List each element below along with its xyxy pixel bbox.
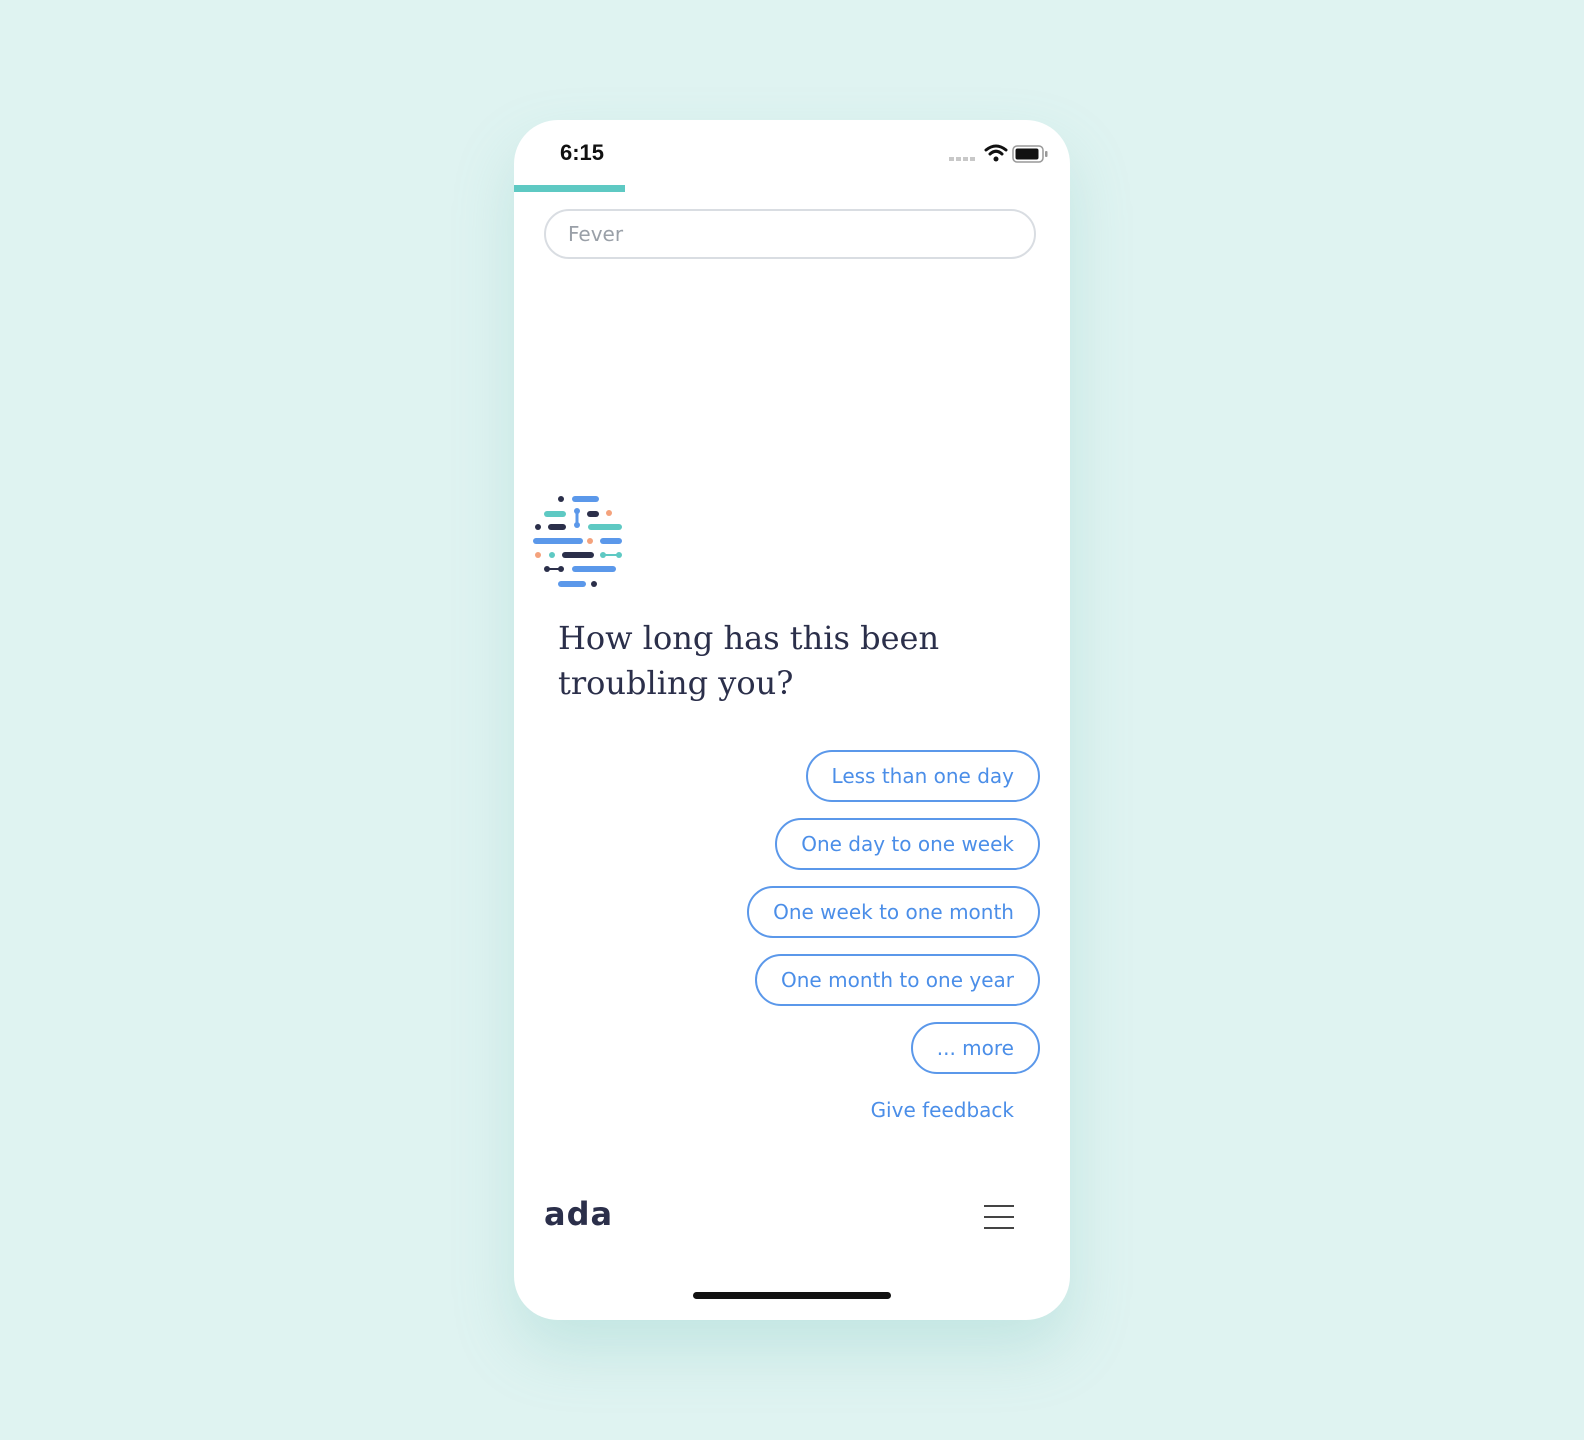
cellular-signal-icon (949, 157, 975, 161)
hamburger-menu-icon[interactable] (984, 1205, 1014, 1231)
assistant-question: How long has this been troubling you? (558, 619, 940, 702)
battery-icon (1012, 145, 1048, 163)
status-time: 6:15 (560, 140, 605, 165)
ada-chatbot-avatar-icon (533, 496, 622, 587)
answer-one-week-to-one-month[interactable]: One week to one month (747, 886, 1040, 938)
home-indicator[interactable] (693, 1292, 891, 1299)
answer-one-day-to-one-week[interactable]: One day to one week (775, 818, 1040, 870)
wifi-icon (984, 144, 1008, 162)
answer-more-button[interactable]: ... more (910, 1022, 1040, 1074)
symptom-search-input[interactable] (544, 209, 1036, 259)
give-feedback-link[interactable]: Give feedback (871, 1098, 1014, 1122)
progress-bar (514, 185, 1070, 192)
ada-logo: ada (544, 1195, 614, 1233)
phone-frame: 6:15 Fever How long has this been troubl… (514, 120, 1070, 1320)
answer-options: Less than one day One day to one week On… (640, 750, 1040, 1090)
progress-bar-fill (514, 185, 626, 192)
answer-less-than-one-day[interactable]: Less than one day (805, 750, 1040, 802)
status-bar: 6:15 (514, 120, 1070, 190)
answer-one-month-to-one-year[interactable]: One month to one year (755, 954, 1040, 1006)
